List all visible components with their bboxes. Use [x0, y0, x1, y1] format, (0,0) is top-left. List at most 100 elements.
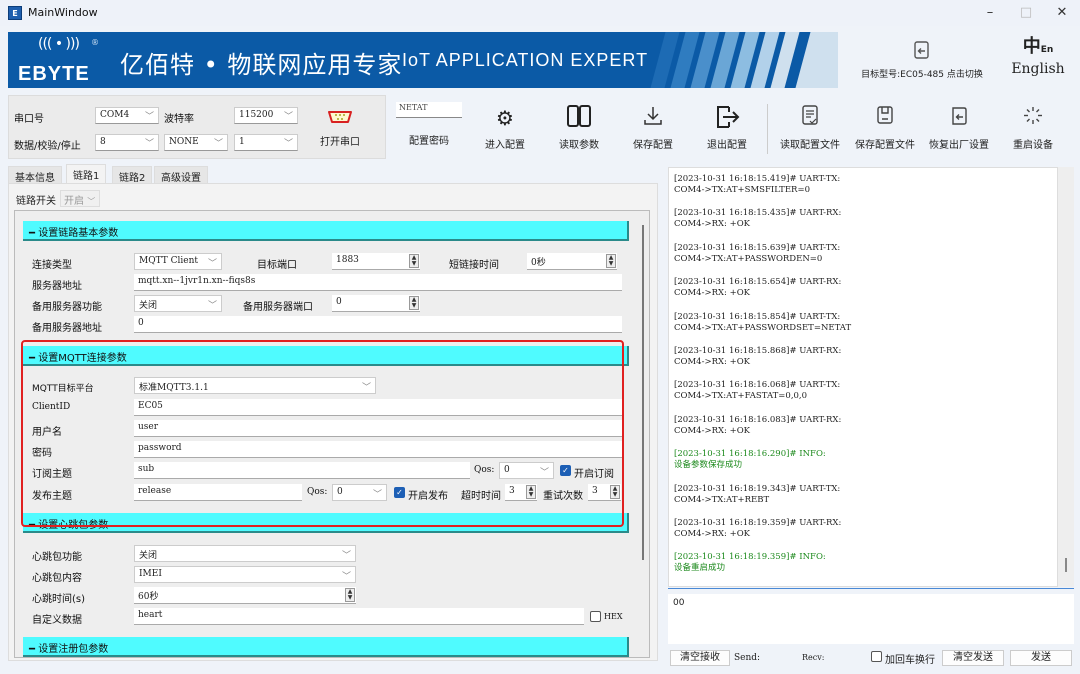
restore-icon — [924, 104, 994, 132]
highlight-box — [21, 340, 624, 527]
spin-icon[interactable]: ▲ ▼ — [409, 254, 419, 268]
exit-config-button[interactable]: 退出配置 — [692, 104, 762, 151]
config-password-input[interactable]: NETAT — [396, 102, 462, 118]
tab-advanced[interactable]: 高级设置 — [154, 166, 208, 184]
ebyte-logo: EBYTE — [18, 63, 90, 85]
log-entry: [2023-10-31 16:18:16.290]# INFO: 设备参数保存成功 — [674, 449, 826, 471]
read-config-file-button[interactable]: 读取配置文件 — [775, 104, 845, 151]
read-config-file-label: 读取配置文件 — [780, 140, 840, 151]
log-entry-body: 设备重启成功 — [674, 563, 726, 574]
crlf-checkbox[interactable] — [871, 651, 882, 662]
tab-basic-info[interactable]: 基本信息 — [8, 166, 62, 184]
open-port-label: 打开串口 — [320, 137, 360, 148]
log-entry-header: [2023-10-31 16:18:19.359]# UART-RX: — [674, 518, 842, 528]
conn-type-select[interactable]: MQTT Client ﹀ — [134, 253, 222, 270]
spin-icon[interactable]: ▲ ▼ — [409, 296, 419, 310]
recv-count-label: Recv: — [802, 653, 825, 662]
clear-send-button[interactable]: 清空发送 — [942, 650, 1004, 666]
target-port-label: 目标端口 — [257, 260, 297, 271]
stop-bits-select[interactable]: 1 ﹀ — [234, 134, 298, 151]
toolbar-separator — [767, 104, 768, 154]
chevron-down-icon: ﹀ — [207, 259, 217, 269]
baud-select[interactable]: 115200 ﹀ — [234, 107, 298, 124]
log-entry-header: [2023-10-31 16:18:19.343]# UART-TX: — [674, 483, 841, 494]
window-title: MainWindow — [28, 6, 98, 19]
banner: ((( • ))) ® EBYTE 亿佰特 • 物联网应用专家 IoT APPL… — [8, 32, 838, 88]
send-input[interactable]: 00 — [668, 594, 1074, 644]
short-conn-value: 0秒 — [531, 258, 546, 268]
short-conn-input[interactable]: 0秒 ▲ ▼ — [527, 253, 617, 270]
backup-port-value: 0 — [336, 297, 342, 307]
crlf-label: 加回车换行 — [885, 655, 935, 666]
reboot-device-button[interactable]: 重启设备 — [998, 104, 1068, 151]
target-model-switch[interactable]: 目标型号:EC05-485 点击切换 — [852, 40, 992, 80]
hex-checkbox[interactable] — [590, 611, 601, 622]
exit-config-label: 退出配置 — [707, 140, 747, 151]
log-entry-header: [2023-10-31 16:18:15.854]# UART-TX: — [674, 311, 841, 322]
language-switch[interactable]: 中En English — [1002, 36, 1074, 77]
port-select[interactable]: COM4 ﹀ — [95, 107, 159, 124]
log-entry-body: COM4->TX:AT+PASSWORDSET=NETAT — [674, 322, 852, 333]
send-button[interactable]: 发送 — [1010, 650, 1072, 666]
backup-func-select[interactable]: 关闭 ﹀ — [134, 295, 222, 312]
wireless-logo-icon: ((( • ))) — [38, 36, 80, 52]
log-panel: [2023-10-31 16:18:15.419]# UART-TX: COM4-… — [668, 167, 1058, 587]
log-scrollbar-thumb[interactable] — [1065, 558, 1067, 572]
read-params-label: 读取参数 — [559, 140, 599, 151]
hb-content-value: IMEI — [139, 569, 162, 579]
spin-icon[interactable]: ▲ ▼ — [606, 254, 616, 268]
link-switch-select[interactable]: 开启 ﹀ — [60, 190, 100, 207]
target-model-label: 目标型号:EC05-485 点击切换 — [861, 70, 983, 80]
chevron-down-icon: ﹀ — [207, 301, 217, 311]
clear-recv-button[interactable]: 清空接收 — [670, 650, 730, 666]
backup-addr-input[interactable]: 0 — [134, 316, 622, 333]
save-config-file-button[interactable]: 保存配置文件 — [850, 104, 920, 151]
log-entry-body: COM4->RX: +OK — [674, 288, 751, 299]
send-count-label: Send: — [734, 653, 761, 663]
close-button[interactable]: ✕ — [1044, 0, 1080, 26]
log-entry: [2023-10-31 16:18:19.343]# UART-TX: COM4-… — [674, 484, 840, 506]
chevron-down-icon: ﹀ — [87, 197, 96, 206]
spin-icon[interactable]: ▲ ▼ — [345, 588, 355, 602]
tab-link1[interactable]: 链路1 — [66, 164, 107, 183]
server-addr-input[interactable]: mqtt.xn--1jvr1n.xn--fiqs8s — [134, 274, 622, 291]
minimize-button[interactable]: – — [972, 0, 1008, 26]
link-switch-value: 开启 — [64, 196, 84, 207]
factory-reset-label: 恢复出厂设置 — [929, 140, 989, 151]
hb-content-select[interactable]: IMEI ﹀ — [134, 566, 356, 583]
chevron-down-icon: ﹀ — [144, 112, 154, 122]
open-port-button[interactable]: 打开串口 — [310, 110, 370, 148]
log-entry: [2023-10-31 16:18:16.083]# UART-RX: COM4-… — [674, 415, 841, 437]
port-value: COM4 — [100, 110, 130, 120]
language-icon: 中En — [1022, 36, 1054, 57]
hb-func-select[interactable]: 关闭 ﹀ — [134, 545, 356, 562]
save-config-file-label: 保存配置文件 — [855, 140, 915, 151]
banner-stripe-fill — [795, 32, 838, 88]
maximize-button[interactable]: □ — [1008, 0, 1044, 26]
hb-time-input[interactable]: 60秒 ▲ ▼ — [134, 587, 356, 604]
factory-reset-button[interactable]: 恢复出厂设置 — [924, 104, 994, 151]
log-scrollbar[interactable] — [1058, 167, 1074, 587]
log-entry-body: COM4->TX:AT+SMSFILTER=0 — [674, 185, 810, 195]
parity-select[interactable]: NONE ﹀ — [164, 134, 228, 151]
chevron-down-icon: ﹀ — [341, 551, 351, 561]
read-params-button[interactable]: 读取参数 — [544, 104, 614, 151]
file-read-icon — [775, 104, 845, 132]
chevron-down-icon: ﹀ — [213, 139, 223, 149]
log-entry: [2023-10-31 16:18:19.359]# UART-RX: COM4-… — [674, 518, 841, 540]
data-bits-select[interactable]: 8 ﹀ — [95, 134, 159, 151]
settings-scrollbar[interactable] — [642, 225, 644, 560]
save-config-button[interactable]: 保存配置 — [618, 104, 688, 151]
log-entry: [2023-10-31 16:18:15.654]# UART-RX: COM4-… — [674, 277, 841, 299]
reboot-device-label: 重启设备 — [1013, 140, 1053, 151]
hb-custom-input[interactable]: heart — [134, 608, 584, 625]
log-entry-header: [2023-10-31 16:18:19.359]# INFO: — [674, 552, 826, 563]
serial-port-icon — [328, 111, 352, 123]
log-entry: [2023-10-31 16:18:15.854]# UART-TX: COM4-… — [674, 312, 851, 334]
short-conn-label: 短链接时间 — [449, 260, 499, 271]
target-port-input[interactable]: 1883 ▲ ▼ — [332, 253, 420, 270]
backup-port-input[interactable]: 0 ▲ ▼ — [332, 295, 420, 312]
tab-link2[interactable]: 链路2 — [112, 166, 153, 184]
enter-config-button[interactable]: ⚙ 进入配置 — [470, 104, 540, 151]
register-section-header: ━ 设置注册包参数 — [23, 637, 629, 657]
